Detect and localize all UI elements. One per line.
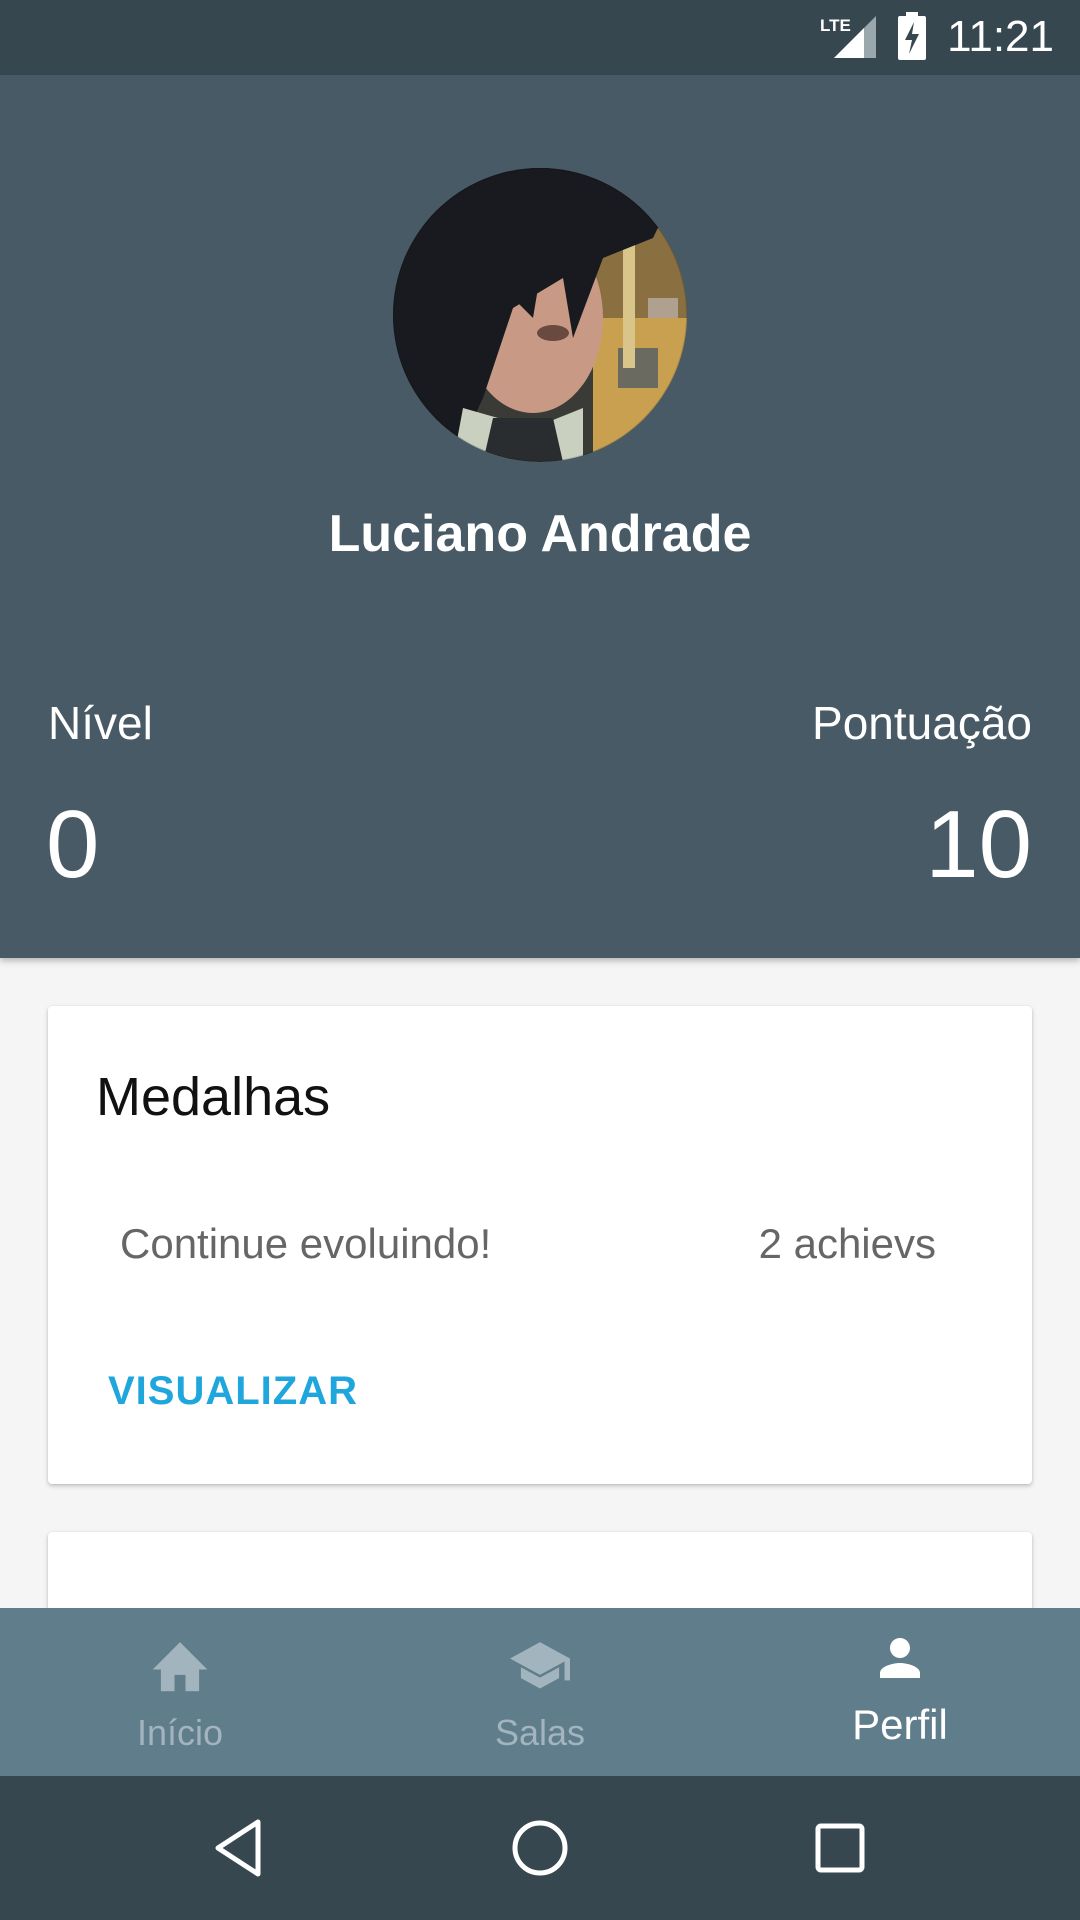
home-circle-icon[interactable] xyxy=(504,1812,576,1884)
achievements-count: 2 achievs xyxy=(758,1220,936,1267)
nav-label-perfil: Perfil xyxy=(852,1701,948,1748)
profile-photo xyxy=(393,168,687,462)
score-value: 10 xyxy=(925,791,1032,898)
level-value: 0 xyxy=(46,791,100,898)
school-icon xyxy=(510,1642,570,1689)
nav-label-salas: Salas xyxy=(494,1712,586,1753)
nav-item-salas[interactable]: Salas xyxy=(360,1608,720,1776)
back-icon[interactable] xyxy=(204,1812,276,1884)
status-bar: LTE 11:21 xyxy=(0,0,1080,75)
nav-label-inicio: Início xyxy=(136,1712,224,1753)
medals-card: Medalhas Continue evoluindo! 2 achievs V… xyxy=(48,1006,1032,1484)
system-navigation-bar xyxy=(0,1776,1080,1920)
bottom-navigation: Início Salas Perfil xyxy=(0,1608,1080,1776)
lte-signal-icon: LTE xyxy=(820,16,876,58)
avatar[interactable] xyxy=(393,168,687,462)
nav-item-perfil[interactable]: Perfil xyxy=(720,1608,1080,1776)
home-icon xyxy=(152,1642,208,1692)
profile-header: Luciano Andrade Nível Pontuação 0 10 xyxy=(0,75,1080,958)
profile-screen: LTE 11:21 Luciano Andrade Nível Pontuaçã… xyxy=(0,0,1080,1920)
medals-message: Continue evoluindo! xyxy=(120,1220,492,1267)
clock: 11:21 xyxy=(947,12,1054,61)
battery-charging-icon xyxy=(898,12,926,60)
level-label: Nível xyxy=(48,697,153,749)
user-name: Luciano Andrade xyxy=(328,505,752,563)
person-icon xyxy=(880,1638,920,1678)
recents-icon[interactable] xyxy=(804,1812,876,1884)
view-medals-button[interactable]: VISUALIZAR xyxy=(108,1366,358,1416)
svg-text:LTE: LTE xyxy=(820,16,851,35)
score-label: Pontuação xyxy=(812,697,1032,749)
nav-item-inicio[interactable]: Início xyxy=(0,1608,360,1776)
medals-title: Medalhas xyxy=(96,1067,331,1127)
